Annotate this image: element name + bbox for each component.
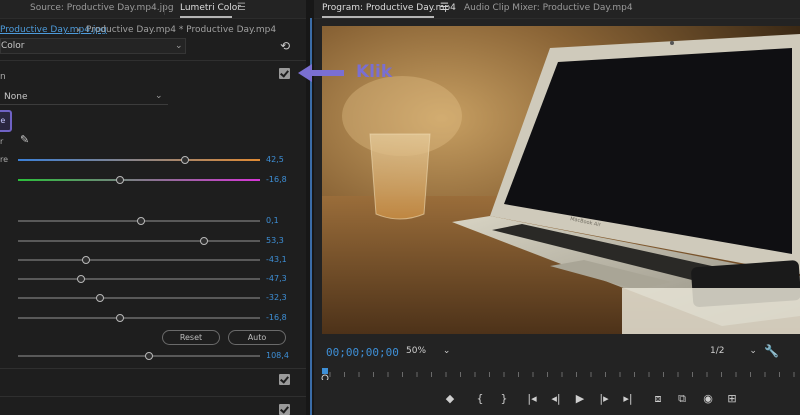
- annotation-label: Klik: [356, 62, 393, 82]
- row-label-enable: n: [0, 72, 6, 82]
- blacks-value[interactable]: -16,8: [266, 313, 287, 322]
- section-label: Color: [1, 41, 25, 51]
- section-checkbox[interactable]: [279, 404, 290, 415]
- marker-icon[interactable]: ◆: [442, 392, 458, 406]
- input-lut-dropdown[interactable]: None ⌄: [0, 91, 168, 105]
- tab-source-label: Source: Productive Day.mp4.jpg: [30, 3, 174, 13]
- section-header-basic-correction[interactable]: Color ⌄: [0, 38, 186, 54]
- tab-separator: [164, 4, 165, 15]
- basic-correction-checkbox[interactable]: [279, 68, 290, 79]
- drinking-glass: [369, 133, 431, 220]
- chevron-down-icon: ⌄: [749, 346, 757, 356]
- out-point-icon[interactable]: }: [496, 392, 512, 406]
- shadows-value[interactable]: -47,3: [266, 274, 287, 283]
- tab-program-label: Program: Productive Day.mp4: [322, 3, 456, 13]
- left-tab-bar: Source: Productive Day.mp4.jpg Lumetri C…: [0, 0, 306, 19]
- hamburger-icon[interactable]: ☰: [237, 2, 246, 13]
- button-editor-icon[interactable]: ⊞: [724, 392, 740, 406]
- contrast-value[interactable]: 53,3: [266, 236, 284, 245]
- tint-value[interactable]: -16,8: [266, 175, 287, 184]
- temperature-slider-knob[interactable]: [180, 156, 189, 164]
- chevron-down-icon: ⌄: [175, 41, 183, 51]
- zoom-level-dropdown[interactable]: 50% ⌄: [406, 346, 450, 356]
- blacks-slider[interactable]: [18, 317, 260, 319]
- divider: [0, 396, 306, 397]
- whites-value[interactable]: -32,3: [266, 293, 287, 302]
- tab-lumetri-color[interactable]: Lumetri Color: [180, 3, 241, 13]
- insert-icon[interactable]: ⧈: [650, 392, 666, 406]
- go-to-in-icon[interactable]: |◂: [524, 392, 540, 406]
- tab-lumetri-label: Lumetri Color: [180, 3, 241, 13]
- tab-audio-clip-mixer[interactable]: Audio Clip Mixer: Productive Day.mp4: [464, 3, 633, 13]
- chevron-down-icon: ⌄: [155, 91, 163, 101]
- time-ruler[interactable]: [324, 364, 800, 382]
- monitor-controls-row: 00;00;00;00 50% ⌄ 1/2 ⌄ 🔧: [314, 343, 800, 361]
- clip-selector-row: Productive Day.mp4.jpg Productive Day.mp…: [0, 20, 306, 38]
- reset-icon[interactable]: ⟲: [277, 38, 293, 54]
- tab-source-clip[interactable]: Source: Productive Day.mp4.jpg: [4, 3, 174, 13]
- section-checkbox[interactable]: [279, 374, 290, 385]
- reset-button[interactable]: Reset: [162, 330, 220, 345]
- tab-program[interactable]: Program: Productive Day.mp4: [322, 3, 456, 13]
- monitor-tab-bar: Program: Productive Day.mp4 ☰ Audio Clip…: [314, 0, 800, 19]
- export-frame-icon[interactable]: ◉: [700, 392, 716, 406]
- shadows-slider[interactable]: [18, 278, 260, 280]
- whites-slider-knob[interactable]: [96, 294, 105, 302]
- saturation-slider[interactable]: [18, 355, 260, 357]
- hamburger-icon[interactable]: ☰: [440, 2, 449, 13]
- wrench-icon[interactable]: 🔧: [764, 344, 779, 358]
- playhead-timecode[interactable]: 00;00;00;00: [326, 346, 399, 359]
- chevron-down-icon: ⌄: [442, 346, 451, 356]
- camera-icon: [670, 41, 674, 45]
- contrast-slider-knob[interactable]: [200, 237, 209, 245]
- saturation-value[interactable]: 108,4: [266, 351, 289, 360]
- temperature-value[interactable]: 42,5: [266, 155, 284, 164]
- contrast-slider[interactable]: [18, 240, 260, 242]
- input-lut-value: None: [4, 92, 28, 102]
- step-forward-icon[interactable]: |▸: [596, 392, 612, 406]
- divider: [0, 368, 306, 369]
- zoom-level-value: 50%: [406, 346, 427, 356]
- go-to-out-icon[interactable]: ▸|: [620, 392, 636, 406]
- highlights-value[interactable]: -43,1: [266, 255, 287, 264]
- saturation-slider-knob[interactable]: [144, 352, 153, 360]
- white-balance-button[interactable]: ce: [0, 110, 12, 132]
- eyedropper-icon[interactable]: ✎: [20, 133, 29, 146]
- tint-slider[interactable]: [18, 179, 260, 181]
- notebook: [622, 288, 800, 334]
- blacks-slider-knob[interactable]: [115, 314, 124, 322]
- resolution-value: 1/2: [710, 346, 725, 356]
- auto-button[interactable]: Auto: [228, 330, 286, 345]
- tab-audio-label: Audio Clip Mixer: Productive Day.mp4: [464, 3, 633, 13]
- temperature-slider[interactable]: [18, 159, 260, 161]
- wb-label-cut: r: [0, 137, 4, 146]
- playback-resolution-dropdown[interactable]: 1/2 ⌄: [710, 346, 757, 356]
- exposure-value[interactable]: 0,1: [266, 216, 279, 225]
- active-tab-indicator: [180, 16, 232, 18]
- active-tab-indicator: [322, 16, 434, 18]
- divider: [0, 60, 306, 61]
- exposure-slider-knob[interactable]: [137, 217, 146, 225]
- white-balance-label: ce: [0, 116, 6, 125]
- overwrite-icon[interactable]: ⧉: [674, 392, 690, 406]
- shadows-slider-knob[interactable]: [76, 275, 85, 283]
- sequence-clip-label[interactable]: Productive Day.mp4 * Productive Day.mp4: [77, 25, 276, 35]
- playhead-icon[interactable]: [321, 368, 329, 380]
- lumetri-panel: Source: Productive Day.mp4.jpg Lumetri C…: [0, 0, 306, 415]
- tint-slider-knob[interactable]: [115, 176, 124, 184]
- in-point-icon[interactable]: {: [472, 392, 488, 406]
- whites-slider[interactable]: [18, 297, 260, 299]
- annotation-arrow-icon: [298, 64, 344, 82]
- highlights-slider[interactable]: [18, 259, 260, 261]
- program-video-frame[interactable]: MacBook Air: [322, 26, 800, 334]
- highlights-slider-knob[interactable]: [81, 256, 90, 264]
- temperature-label: re: [0, 155, 9, 164]
- step-back-icon[interactable]: ◂|: [548, 392, 564, 406]
- play-icon[interactable]: ▶: [572, 392, 588, 406]
